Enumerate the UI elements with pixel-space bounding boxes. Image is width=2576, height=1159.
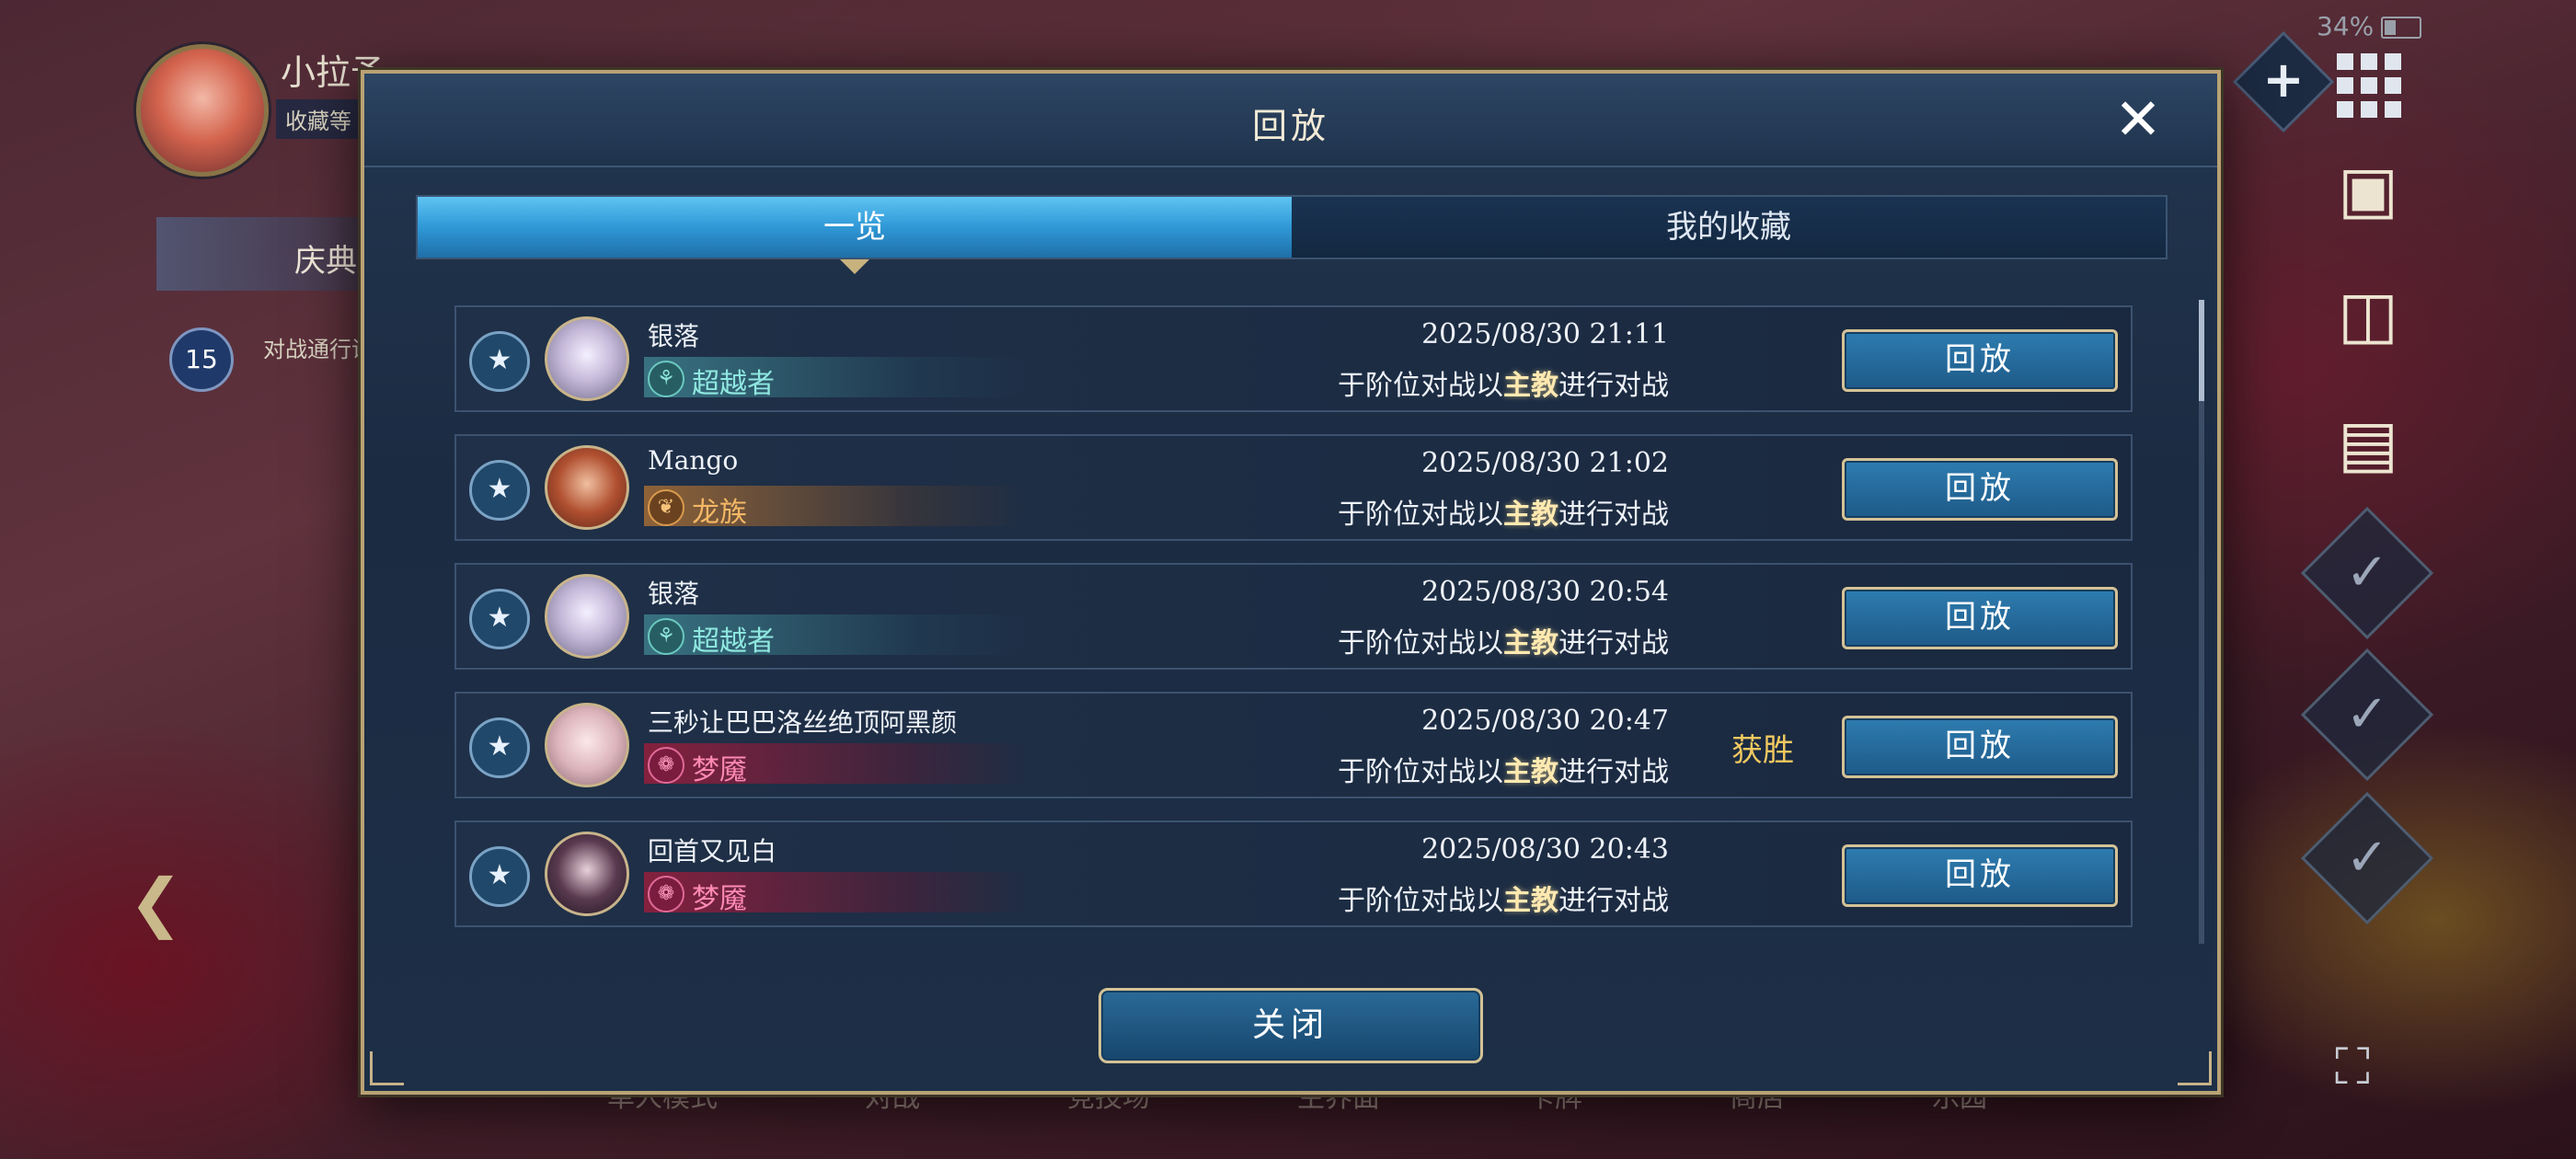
class-name: 梦魇 (692, 883, 747, 915)
desc-class-highlight: 主教 (1503, 499, 1558, 531)
opponent-name: 银落 (648, 321, 700, 351)
plus-icon: + (2262, 51, 2305, 109)
desc-prefix: 于阶位对战以 (1338, 756, 1503, 788)
class-name: 超越者 (692, 625, 775, 658)
scroll-icon[interactable]: ▤ (2326, 401, 2410, 486)
gallery-edit-icon[interactable]: ▣ (2326, 147, 2410, 232)
opponent-avatar (545, 574, 629, 659)
class-dragon-icon: ❦ (648, 489, 684, 526)
match-description: 于阶位对战以主教进行对战 (1338, 878, 1669, 918)
match-result-label: 获胜 (1731, 732, 1794, 769)
match-datetime: 2025/08/30 21:02 (1421, 447, 1669, 479)
battery-icon (2381, 17, 2422, 39)
back-arrow-icon[interactable]: ❮ (129, 865, 183, 940)
opponent-avatar (545, 445, 629, 530)
replay-dialog: 回放 ✕ 一览 我的收藏 ★ 银落 ⚘ 超越者 2025/08/30 21:11 于阶位对… (361, 70, 2221, 1095)
match-description: 于阶位对战以主教进行对战 (1338, 620, 1669, 660)
player-avatar[interactable] (136, 44, 269, 177)
desc-suffix: 进行对战 (1558, 627, 1669, 660)
class-nightmare-icon: ❁ (648, 747, 684, 784)
pass-level-badge: 15 (169, 327, 234, 392)
desc-class-highlight: 主教 (1503, 756, 1558, 788)
class-strip: ❁ 梦魇 (644, 743, 1030, 786)
dialog-header: 回放 ✕ (364, 74, 2217, 167)
match-description: 于阶位对战以主教进行对战 (1338, 491, 1669, 532)
bookmark-star-icon[interactable]: ★ (469, 589, 530, 649)
opponent-avatar (545, 703, 629, 787)
match-datetime: 2025/08/30 21:11 (1421, 318, 1669, 350)
bookmark-star-icon[interactable]: ★ (469, 846, 530, 907)
opponent-name: 三秒让巴巴洛丝绝顶阿黑颜 (648, 707, 958, 738)
desc-suffix: 进行对战 (1558, 370, 1669, 402)
tab-overview[interactable]: 一览 (418, 197, 1292, 274)
battery-percent: 34% (2317, 11, 2375, 41)
match-datetime: 2025/08/30 20:47 (1421, 705, 1669, 737)
tab-my-favorites[interactable]: 我的收藏 (1292, 197, 2166, 258)
replay-tabs: 一览 我的收藏 (416, 195, 2168, 274)
desc-class-highlight: 主教 (1503, 885, 1558, 917)
class-strip: ❦ 龙族 (644, 486, 1030, 529)
class-strip: ⚘ 超越者 (644, 614, 1030, 658)
class-leaf-swirl-icon: ⚘ (648, 618, 684, 655)
class-strip: ❁ 梦魇 (644, 872, 1030, 915)
match-datetime: 2025/08/30 20:54 (1421, 576, 1669, 608)
opponent-name: 银落 (648, 579, 700, 609)
scrollbar-thumb[interactable] (2199, 300, 2204, 401)
gift-icon[interactable]: ◫ (2326, 272, 2410, 357)
opponent-name: 回首又见白 (648, 836, 777, 866)
desc-prefix: 于阶位对战以 (1338, 370, 1503, 402)
replay-button[interactable]: 回放 (1842, 844, 2118, 907)
replay-button[interactable]: 回放 (1842, 329, 2118, 392)
match-description: 于阶位对战以主教进行对战 (1338, 362, 1669, 403)
bookmark-star-icon[interactable]: ★ (469, 331, 530, 392)
desc-prefix: 于阶位对战以 (1338, 499, 1503, 531)
replay-row: ★ 银落 ⚘ 超越者 2025/08/30 20:54 于阶位对战以主教进行对战 回放 (454, 563, 2133, 670)
desc-class-highlight: 主教 (1503, 370, 1558, 402)
class-name: 梦魇 (692, 754, 747, 786)
opponent-name: Mango (648, 445, 739, 476)
desc-class-highlight: 主教 (1503, 627, 1558, 660)
desc-prefix: 于阶位对战以 (1338, 885, 1503, 917)
dialog-title: 回放 (1251, 106, 1329, 146)
frame-corner (2178, 1051, 2212, 1085)
class-name: 超越者 (692, 368, 775, 400)
collection-level-label: 收藏等 (276, 99, 361, 139)
class-strip: ⚘ 超越者 (644, 357, 1030, 400)
class-leaf-swirl-icon: ⚘ (648, 361, 684, 397)
replay-button[interactable]: 回放 (1842, 458, 2118, 521)
opponent-avatar (545, 832, 629, 916)
replay-row: ★ 三秒让巴巴洛丝绝顶阿黑颜 ❁ 梦魇 2025/08/30 20:47 于阶位对战以主教… (454, 692, 2133, 798)
bookmark-star-icon[interactable]: ★ (469, 460, 530, 521)
frame-corner (370, 1051, 404, 1085)
match-description: 于阶位对战以主教进行对战 (1338, 749, 1669, 789)
close-icon[interactable]: ✕ (2109, 90, 2168, 149)
opponent-avatar (545, 316, 629, 401)
class-name: 龙族 (692, 497, 747, 529)
desc-suffix: 进行对战 (1558, 499, 1669, 531)
match-datetime: 2025/08/30 20:43 (1421, 833, 1669, 866)
battery-indicator: 34% (2317, 11, 2422, 41)
desc-suffix: 进行对战 (1558, 756, 1669, 788)
close-button[interactable]: 关闭 (1098, 988, 1483, 1063)
class-nightmare-icon: ❁ (648, 876, 684, 912)
event-banner[interactable]: 庆典 (156, 217, 368, 291)
fullscreen-icon[interactable]: ⛶ (2335, 1038, 2370, 1096)
replay-button[interactable]: 回放 (1842, 716, 2118, 778)
bookmark-star-icon[interactable]: ★ (469, 717, 530, 778)
grid-menu-icon[interactable] (2337, 53, 2401, 118)
desc-suffix: 进行对战 (1558, 885, 1669, 917)
desc-prefix: 于阶位对战以 (1338, 627, 1503, 660)
replay-button[interactable]: 回放 (1842, 587, 2118, 649)
replay-row: ★ 银落 ⚘ 超越者 2025/08/30 21:11 于阶位对战以主教进行对战 回放 (454, 305, 2133, 412)
replay-row: ★ 回首又见白 ❁ 梦魇 2025/08/30 20:43 于阶位对战以主教进行对战 回放 (454, 820, 2133, 927)
replay-row: ★ Mango ❦ 龙族 2025/08/30 21:02 于阶位对战以主教进行对战 回放 (454, 434, 2133, 541)
event-banner-label: 庆典 (294, 243, 357, 280)
